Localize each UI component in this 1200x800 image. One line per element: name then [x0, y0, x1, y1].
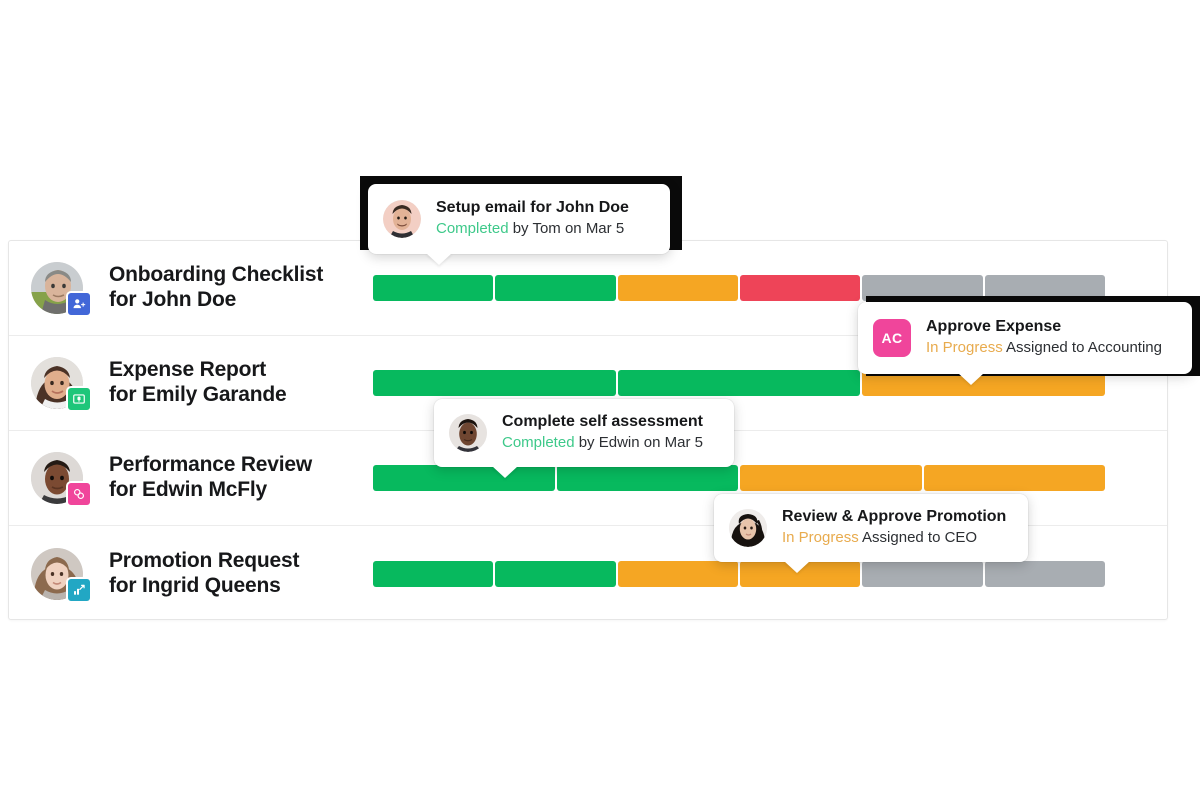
avatar-edwin-mcfly-wrap [31, 452, 92, 507]
tooltip-subtitle: In Progress Assigned to CEO [782, 528, 1006, 548]
avatar-tom [383, 200, 421, 238]
money-icon [66, 386, 92, 412]
tooltip-detail: Assigned to Accounting [1006, 339, 1162, 357]
tooltip-setup-email[interactable]: Setup email for John Doe Completed by To… [368, 184, 670, 265]
progress-segment[interactable] [556, 465, 738, 491]
progress-track[interactable] [373, 465, 1105, 491]
tooltip-approve-expense[interactable]: AC Approve Expense In Progress Assigned … [858, 302, 1192, 385]
rings-icon [66, 481, 92, 507]
tooltip-subtitle: Completed by Edwin on Mar 5 [502, 433, 703, 453]
tooltip-text: Setup email for John Doe Completed by To… [436, 198, 629, 239]
progress-segment[interactable] [373, 275, 494, 301]
tooltip-text: Approve Expense In Progress Assigned to … [926, 317, 1162, 358]
avatar-edwin [449, 414, 487, 452]
progress-segment[interactable] [495, 560, 616, 587]
tooltip-text: Complete self assessment Completed by Ed… [502, 412, 703, 453]
progress-segment[interactable] [923, 465, 1105, 491]
chart-arrow-icon [66, 576, 92, 603]
row-title-line2: for John Doe [109, 288, 237, 311]
progress-segment[interactable] [373, 560, 494, 587]
tooltip-subtitle: Completed by Tom on Mar 5 [436, 219, 629, 239]
tooltip-detail: by Tom on Mar 5 [512, 220, 625, 238]
workflow-progress-screen: Onboarding Checklist for John Doe Expens… [0, 0, 1200, 800]
tooltip-review-approve-promotion[interactable]: Review & Approve Promotion In Progress A… [714, 494, 1028, 573]
avatar-accounting: AC [873, 319, 911, 357]
row-title-line1: Onboarding Checklist [109, 263, 324, 287]
progress-segment[interactable] [984, 560, 1105, 587]
user-plus-icon [66, 291, 92, 317]
progress-segment[interactable] [373, 370, 616, 396]
progress-segment[interactable] [617, 560, 738, 587]
tooltip-arrow-icon [784, 561, 810, 573]
row-label-cell: Performance Review for Edwin McFly [9, 452, 373, 507]
page-title: Performance Review for Edwin McFly [109, 453, 312, 503]
progress-segment[interactable] [740, 465, 922, 491]
tooltip-title: Review & Approve Promotion [782, 508, 1007, 526]
avatar-ceo [729, 509, 767, 547]
avatar-ingrid-queens-wrap [31, 547, 92, 603]
progress-segment[interactable] [617, 275, 738, 301]
progress-segment[interactable] [862, 560, 983, 587]
progress-track[interactable] [373, 560, 1105, 587]
tooltip-title: Complete self assessment [502, 413, 703, 431]
progress-segment[interactable] [495, 275, 616, 301]
row-title-line1: Performance Review [109, 453, 312, 477]
tooltip-text: Review & Approve Promotion In Progress A… [782, 507, 1006, 548]
tooltip-title: Setup email for John Doe [436, 199, 629, 217]
page-title: Onboarding Checklist for John Doe [109, 263, 323, 313]
page-title: Expense Report for Emily Garande [109, 358, 287, 408]
tooltip-detail: Assigned to CEO [862, 529, 978, 547]
progress-segment[interactable] [373, 465, 555, 491]
status-badge: Completed [436, 220, 509, 238]
row-title-line1: Promotion Request [109, 548, 300, 572]
tooltip-subtitle: In Progress Assigned to Accounting [926, 338, 1162, 358]
tooltip-arrow-icon [426, 253, 452, 265]
progress-segment[interactable] [617, 370, 861, 396]
status-badge: In Progress [782, 529, 859, 547]
tooltip-title: Approve Expense [926, 318, 1062, 336]
tooltip-complete-self-assessment[interactable]: Complete self assessment Completed by Ed… [434, 399, 734, 478]
status-badge: Completed [502, 434, 575, 452]
row-label-cell: Promotion Request for Ingrid Queens [9, 547, 373, 603]
tooltip-arrow-icon [492, 466, 518, 478]
avatar-emily-garande-wrap [31, 357, 92, 412]
tooltip-detail: by Edwin on Mar 5 [578, 434, 703, 452]
row-title-line1: Expense Report [109, 358, 267, 382]
row-label-cell: Expense Report for Emily Garande [9, 357, 373, 412]
avatar-john-doe-wrap [31, 262, 92, 317]
row-title-line2: for Ingrid Queens [109, 573, 281, 597]
status-badge: In Progress [926, 339, 1003, 357]
row-label-cell: Onboarding Checklist for John Doe [9, 262, 373, 317]
progress-segment[interactable] [739, 275, 861, 301]
avatar-initials: AC [881, 330, 903, 346]
tooltip-arrow-icon [958, 373, 984, 385]
page-title: Promotion Request for Ingrid Queens [109, 549, 299, 599]
row-title-line2: for Emily Garande [109, 383, 287, 406]
row-title-line2: for Edwin McFly [109, 478, 268, 501]
